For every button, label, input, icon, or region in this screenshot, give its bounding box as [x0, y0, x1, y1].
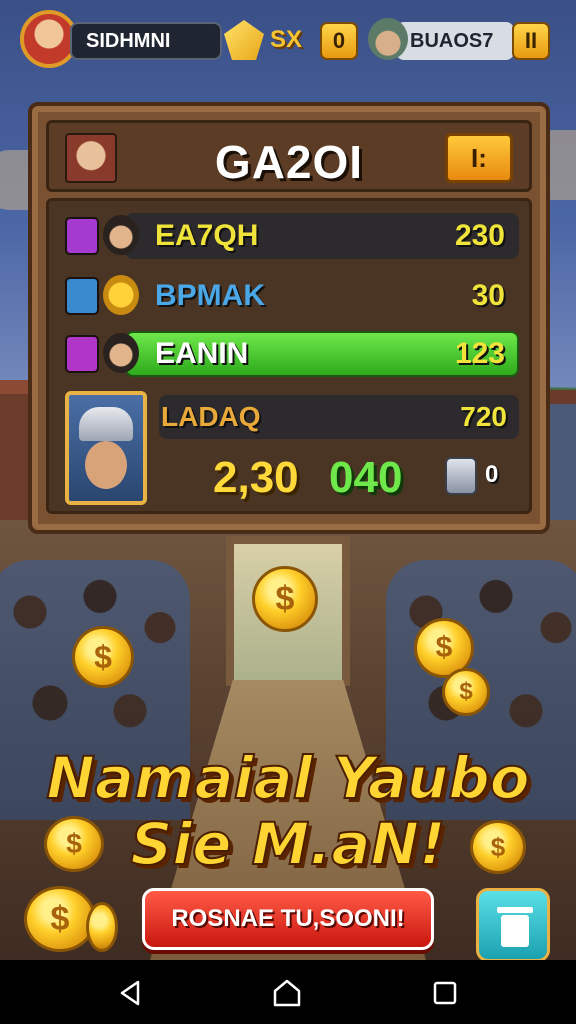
header-button[interactable]: I:	[445, 133, 513, 183]
back-icon[interactable]	[116, 978, 146, 1008]
rank-icon	[65, 335, 99, 373]
coin-symbol: $	[94, 639, 112, 675]
rank-icon	[65, 277, 99, 315]
coin-symbol: $	[435, 631, 453, 664]
headline-line-1: Namaial Yaubo	[45, 743, 530, 813]
rival-name: BUAOS7	[396, 22, 514, 60]
player-coins: 2,30	[213, 453, 299, 502]
rank-icon	[65, 217, 99, 255]
player-card[interactable]: LADAQ 720 2,30 040 0	[65, 391, 519, 507]
player-card-name: LADAQ	[161, 401, 261, 432]
lock-count: 0	[485, 461, 499, 488]
coin-symbol: $	[50, 900, 70, 938]
recent-apps-icon[interactable]	[430, 978, 460, 1008]
coin-symbol: $	[459, 678, 473, 705]
coin-symbol: $	[275, 580, 295, 618]
leaderboard-row[interactable]: BPMAK 30	[65, 273, 519, 319]
avatar	[103, 333, 139, 373]
trash-button[interactable]	[476, 888, 550, 962]
coin-stack-icon	[103, 275, 139, 315]
player-face	[85, 441, 127, 489]
trash-icon	[501, 915, 529, 947]
home-icon[interactable]	[272, 978, 302, 1008]
trash-icon-lid	[497, 907, 533, 913]
row-score: 30	[471, 279, 505, 312]
row-score: 123	[454, 337, 505, 370]
coin-icon: $	[72, 626, 134, 688]
cta-button[interactable]: ROSNAE TU,SOONI!	[142, 888, 434, 950]
coin-icon: $	[252, 566, 318, 632]
lock-icon[interactable]	[445, 457, 477, 495]
chef-hat-icon	[79, 407, 133, 441]
leaderboard-panel: GA2OI I: EA7QH 230 BPMAK 30 EANIN 123 LA…	[28, 102, 550, 534]
avatar	[103, 215, 139, 255]
row-name: BPMAK	[155, 279, 265, 312]
gem-icon	[224, 20, 264, 60]
coin-icon	[86, 902, 118, 952]
system-nav-bar	[0, 960, 576, 1024]
pause-button[interactable]: II	[512, 22, 550, 60]
coin-icon: $	[442, 668, 490, 716]
coin-icon: $	[24, 886, 96, 952]
row-name: EANIN	[155, 337, 249, 370]
player-gems: 040	[329, 453, 403, 502]
player-card-score: 720	[460, 401, 507, 432]
gem-count-button[interactable]: 0	[320, 22, 358, 60]
leaderboard-row[interactable]: EA7QH 230	[65, 213, 519, 259]
player-portrait	[65, 391, 147, 505]
leaderboard-row-highlighted[interactable]: EANIN 123	[65, 331, 519, 377]
panel-header: GA2OI I:	[46, 120, 532, 192]
headline-line-2: Sie M.aN!	[129, 809, 446, 879]
panel-body: EA7QH 230 BPMAK 30 EANIN 123 LADAQ 720 2	[46, 198, 532, 514]
rival-avatar[interactable]	[368, 18, 408, 60]
row-name: EA7QH	[155, 219, 259, 252]
row-score: 230	[454, 219, 505, 252]
gem-label: SX	[270, 26, 303, 53]
top-bar: SIDHMNI SX 0 BUAOS7 II	[0, 0, 576, 84]
player-name: SIDHMNI	[70, 22, 222, 60]
